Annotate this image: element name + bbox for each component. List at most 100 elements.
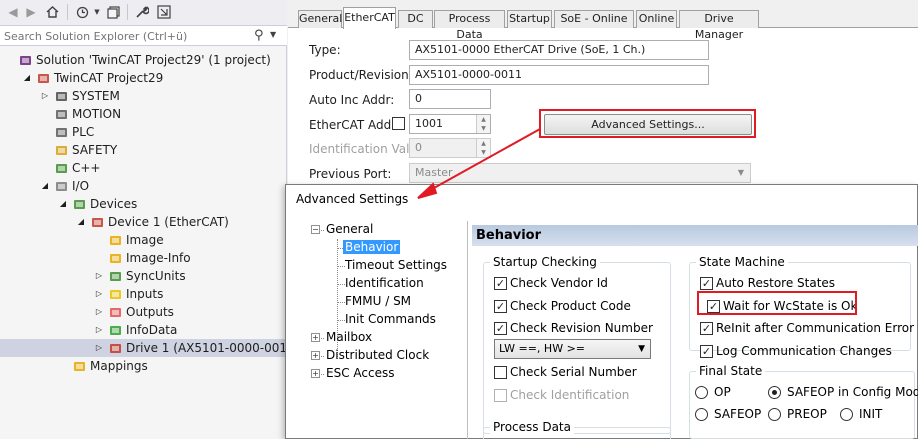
tab-general[interactable]: General — [298, 10, 342, 28]
forward-icon[interactable]: ▶ — [22, 3, 40, 21]
wait-for-wcstate-label: Wait for WcState is Ok — [723, 299, 858, 313]
reinit-checkbox[interactable]: ✓ — [700, 322, 713, 335]
check-revision-number-checkbox[interactable]: ✓ — [494, 322, 507, 335]
tree-item[interactable]: Image-Info — [0, 249, 287, 267]
tree-item[interactable]: ▷ SyncUnits — [0, 267, 287, 285]
solution-view-icon[interactable] — [154, 3, 174, 21]
check-serial-number-checkbox[interactable] — [494, 366, 507, 379]
auto-inc-addr-field[interactable]: 0 — [409, 89, 491, 109]
tab-startup[interactable]: Startup — [507, 10, 552, 28]
expand-icon[interactable]: ▷ — [94, 324, 104, 336]
tab-soe-online[interactable]: SoE - Online — [554, 10, 634, 28]
expand-icon[interactable]: ▷ — [94, 342, 104, 354]
tree-item-label: Devices — [90, 197, 138, 211]
tree-item[interactable]: Solution 'TwinCAT Project29' (1 project) — [0, 51, 287, 69]
collapse-icon[interactable]: ◢ — [40, 180, 50, 192]
final-state-op-radio[interactable] — [695, 386, 708, 399]
home-icon[interactable] — [43, 3, 61, 21]
type-label: Type: — [309, 43, 341, 57]
tree-item-general[interactable]: − General — [305, 221, 465, 239]
final-state-preop-radio[interactable] — [768, 408, 781, 421]
tree-item-mailbox[interactable]: + Mailbox — [305, 329, 465, 347]
expand-icon[interactable]: + — [311, 333, 320, 342]
check-identification-checkbox[interactable] — [494, 389, 507, 402]
syncunits-icon — [108, 269, 122, 283]
tree-item[interactable]: ▷ Drive 1 (AX5101-0000-0011) — [0, 339, 299, 357]
tree-item[interactable]: PLC — [0, 123, 287, 141]
tree-item[interactable]: ▷ SYSTEM — [0, 87, 287, 105]
identification-value-field[interactable]: 0 ▲ ▼ — [409, 138, 491, 158]
previous-port-value: Master — [415, 166, 453, 179]
tree-item[interactable]: MOTION — [0, 105, 287, 123]
tree-item[interactable]: Image — [0, 231, 287, 249]
tree-item-timeout-settings[interactable]: Timeout Settings — [305, 257, 465, 275]
tree-item[interactable]: ◢ TwinCAT Project29 — [0, 69, 287, 87]
properties-wrench-icon[interactable] — [133, 3, 151, 21]
tree-item-init-commands[interactable]: Init Commands — [305, 311, 465, 329]
tree-item-distributed-clock[interactable]: + Distributed Clock — [305, 347, 465, 365]
expand-icon[interactable]: ▷ — [94, 306, 104, 318]
tree-item[interactable]: ▷ Outputs — [0, 303, 287, 321]
expand-icon[interactable]: + — [311, 351, 320, 360]
tab-process-data[interactable]: Process Data — [434, 10, 505, 41]
check-vendor-id-checkbox[interactable]: ✓ — [494, 277, 507, 290]
expand-icon[interactable]: ▷ — [40, 90, 50, 102]
back-icon[interactable]: ◀ — [4, 3, 22, 21]
final-state-safeop-config-radio[interactable] — [768, 386, 781, 399]
collapse-icon[interactable]: ◢ — [76, 216, 86, 228]
expand-icon[interactable]: + — [311, 369, 320, 378]
final-state-safeop-config-label: SAFEOP in Config Mode — [787, 385, 918, 399]
search-box[interactable]: ⚲ ▼ — [0, 25, 287, 46]
chevron-down-icon: ▼ — [737, 168, 744, 177]
search-dropdown-icon[interactable]: ▼ — [270, 30, 276, 39]
ethercat-addr-checkbox[interactable] — [392, 117, 405, 130]
tree-item-label: Image — [126, 233, 164, 247]
collapse-all-icon[interactable] — [104, 3, 122, 21]
previous-port-select[interactable]: Master ▼ — [409, 163, 751, 183]
expand-icon[interactable]: ▷ — [94, 270, 104, 282]
type-field[interactable]: AX5101-0000 EtherCAT Drive (SoE, 1 Ch.) — [409, 40, 709, 60]
collapse-icon[interactable]: ◢ — [58, 198, 68, 210]
tree-item[interactable]: ◢ Devices — [0, 195, 287, 213]
collapse-icon[interactable]: − — [311, 225, 320, 234]
tab-dc[interactable]: DC — [398, 10, 433, 28]
identification-spinner[interactable]: ▲ ▼ — [476, 139, 490, 157]
tree-item-behavior[interactable]: Behavior — [305, 239, 465, 257]
revision-compare-select[interactable]: LW ==, HW >= ▼ — [494, 339, 651, 359]
tree-item[interactable]: ▷ Inputs — [0, 285, 287, 303]
tree-item-label: Image-Info — [126, 251, 191, 265]
product-revision-field[interactable]: AX5101-0000-0011 — [409, 65, 709, 85]
final-state-safeop-radio[interactable] — [695, 408, 708, 421]
wait-for-wcstate-checkbox[interactable]: ✓ — [707, 300, 720, 313]
auto-restore-states-checkbox[interactable]: ✓ — [700, 277, 713, 290]
tab-drive-manager[interactable]: Drive Manager — [679, 10, 759, 41]
tree-item-fmmu-sm[interactable]: FMMU / SM — [305, 293, 465, 311]
solution-explorer: ◀ ▶ ▼ ⚲ ▼ Solution 'TwinCAT Project29' (… — [0, 0, 299, 439]
search-input[interactable] — [4, 28, 244, 44]
tab-ethercat[interactable]: EtherCAT — [343, 7, 396, 29]
tree-item[interactable]: C++ — [0, 159, 287, 177]
final-state-init-radio[interactable] — [840, 408, 853, 421]
tree-item[interactable]: ◢ I/O — [0, 177, 287, 195]
advanced-settings-button[interactable]: Advanced Settings... — [544, 114, 752, 135]
check-product-code-label: Check Product Code — [510, 299, 631, 313]
tree-item[interactable]: ▷ InfoData — [0, 321, 287, 339]
expand-icon[interactable]: ▷ — [94, 288, 104, 300]
tree-item[interactable]: SAFETY — [0, 141, 287, 159]
ethercat-addr-spinner[interactable]: ▲ ▼ — [476, 115, 490, 133]
collapse-icon[interactable]: ◢ — [22, 72, 32, 84]
motion-icon — [54, 107, 68, 121]
tree-item-esc-access[interactable]: + ESC Access — [305, 365, 465, 383]
tree-item[interactable]: ◢ Device 1 (EtherCAT) — [0, 213, 287, 231]
tree-item-label: MOTION — [72, 107, 122, 121]
tab-online[interactable]: Online — [636, 10, 677, 28]
final-state-group: Final State OP SAFEOP in Config Mode SAF… — [689, 364, 918, 439]
ethercat-addr-field[interactable]: 1001 ▲ ▼ — [409, 114, 491, 134]
check-product-code-checkbox[interactable]: ✓ — [494, 300, 507, 313]
tree-item-general-label: General — [326, 222, 374, 236]
search-icon[interactable]: ⚲ — [254, 28, 264, 43]
tree-item-label: InfoData — [126, 323, 178, 337]
tree-item-identification[interactable]: Identification — [305, 275, 465, 293]
tree-item[interactable]: Mappings — [0, 357, 287, 375]
log-changes-checkbox[interactable]: ✓ — [700, 345, 713, 358]
